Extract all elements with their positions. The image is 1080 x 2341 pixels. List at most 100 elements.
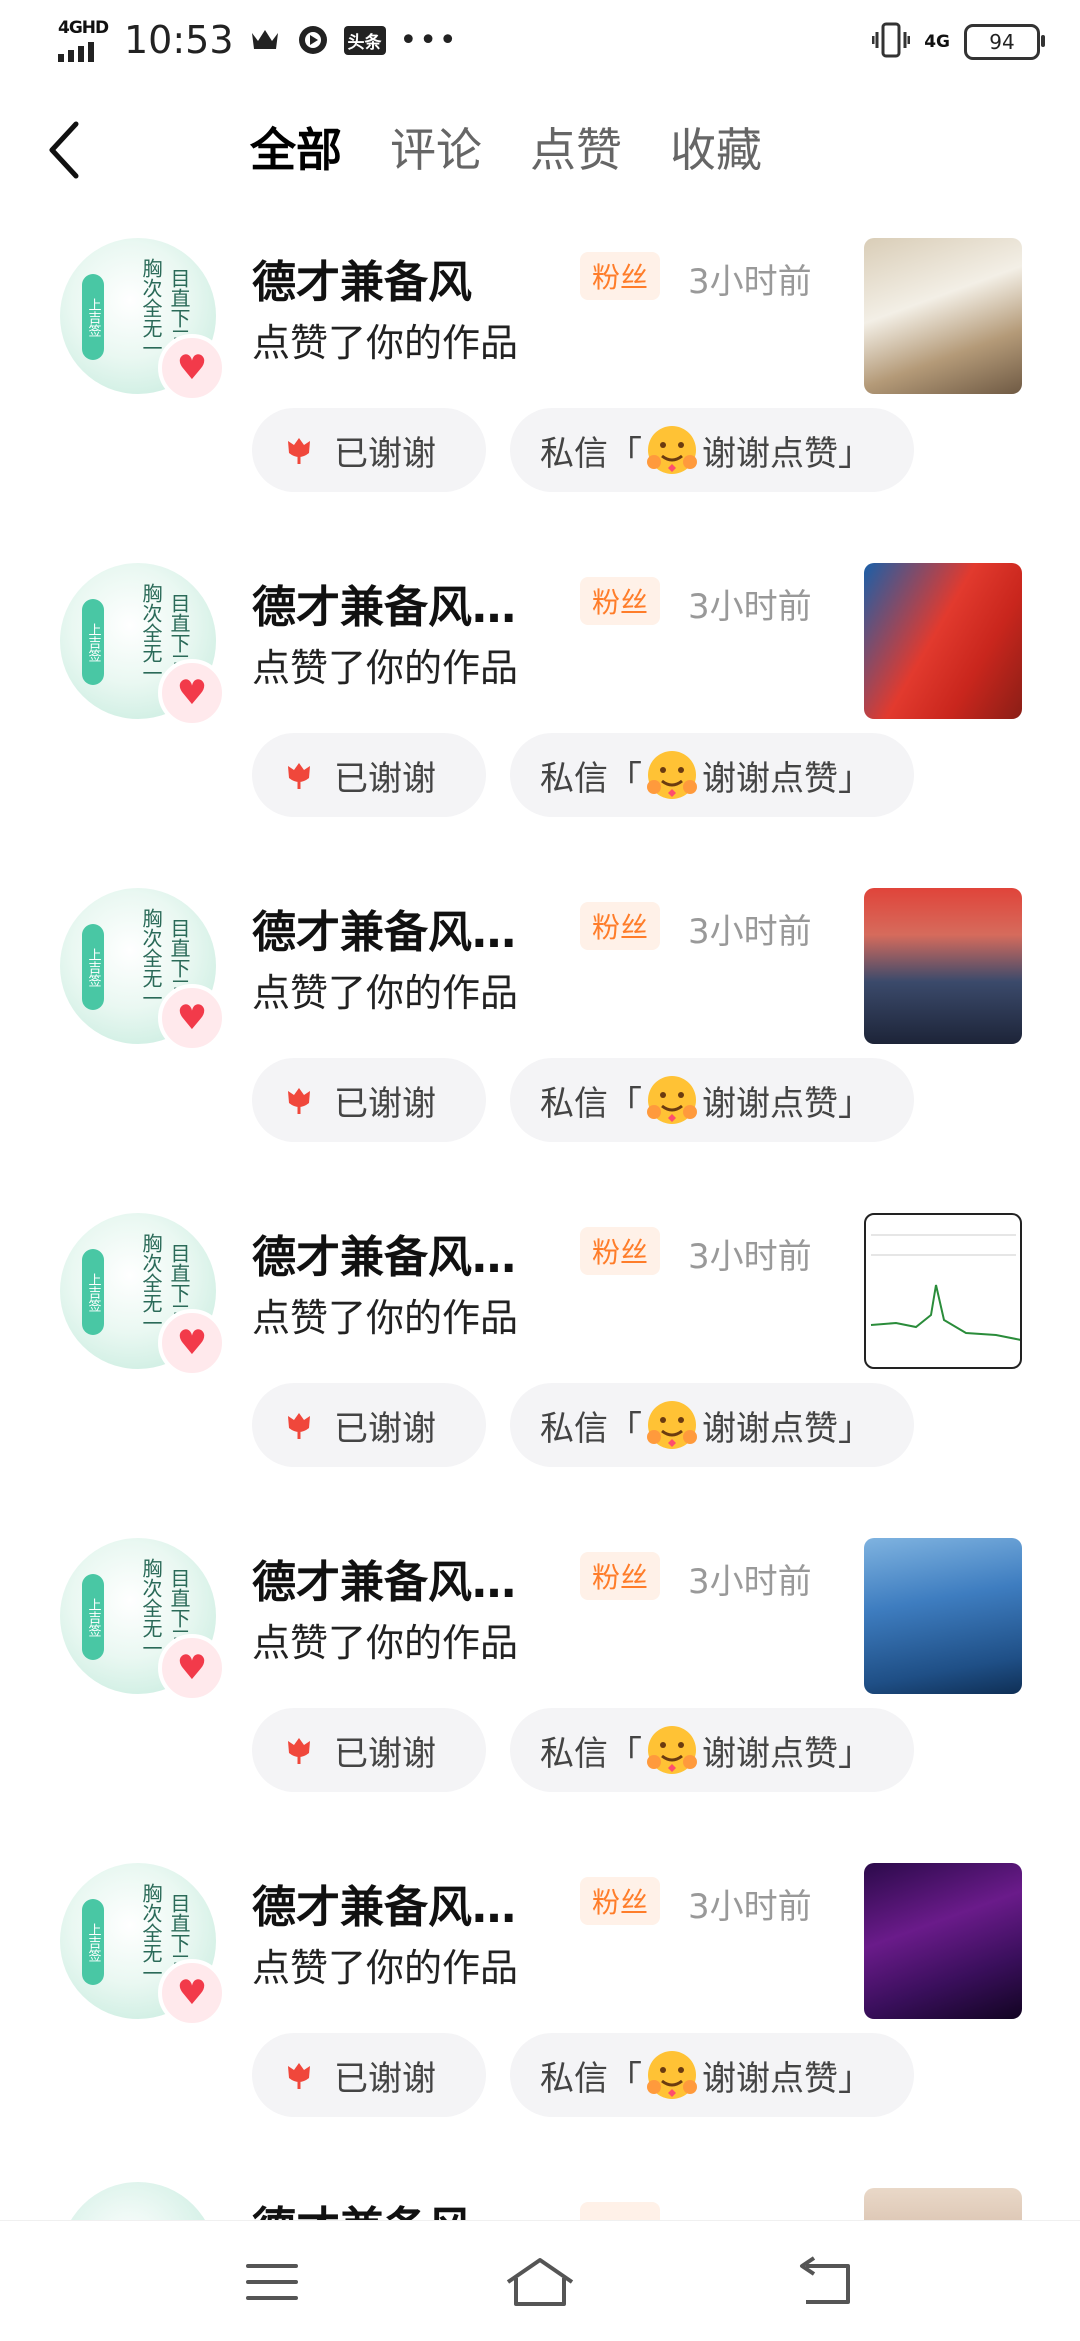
fan-badge: 粉丝 bbox=[580, 1227, 661, 1275]
tab-favorites[interactable]: 收藏 bbox=[670, 118, 762, 182]
message-prefix: 私信「 bbox=[540, 433, 642, 474]
back-button[interactable] bbox=[40, 118, 100, 182]
list-item[interactable]: 上吉签 胸次全无一 目直下三 ♥ 德才兼备风… 粉丝 3小时前 点赞了你的作品 已谢… bbox=[0, 1845, 1080, 2170]
message-suffix: 谢谢点赞」 bbox=[702, 758, 872, 799]
fan-badge: 粉丝 bbox=[580, 902, 661, 950]
post-thumbnail[interactable] bbox=[864, 238, 1022, 394]
thanked-label: 已谢谢 bbox=[334, 2058, 436, 2099]
timestamp: 3小时前 bbox=[688, 1237, 812, 1277]
fan-badge bbox=[580, 2202, 660, 2220]
thanked-button[interactable]: 已谢谢 bbox=[252, 733, 486, 817]
message-thanks-button[interactable]: 私信「 谢谢点赞」 bbox=[510, 1383, 914, 1467]
flower-icon bbox=[288, 1413, 310, 1439]
tab-comments[interactable]: 评论 bbox=[390, 118, 482, 182]
flower-icon bbox=[288, 1088, 310, 1114]
message-suffix: 谢谢点赞」 bbox=[702, 1083, 872, 1124]
action-text: 点赞了你的作品 bbox=[252, 646, 519, 690]
user-name[interactable]: 德才兼备风 bbox=[252, 2192, 472, 2220]
user-name[interactable]: 德才兼备风… bbox=[252, 896, 516, 960]
thanked-label: 已谢谢 bbox=[334, 1408, 436, 1449]
timestamp: 3小时前 bbox=[688, 587, 812, 627]
list-item[interactable]: 上吉签 胸次全无一 目直下三 ♥ 德才兼备风 粉丝 3小时前 点赞了你的作品 已谢谢… bbox=[0, 220, 1080, 545]
heart-icon: ♥ bbox=[158, 659, 226, 727]
thanked-label: 已谢谢 bbox=[334, 1733, 436, 1774]
avatar[interactable]: 上吉签 胸次全无一 目直下三 ♥ bbox=[60, 1538, 226, 1702]
system-navigation-bar bbox=[0, 2220, 1080, 2341]
avatar[interactable]: 上吉签 胸次全无一 目直下三 ♥ bbox=[60, 1213, 226, 1377]
heart-icon: ♥ bbox=[158, 1634, 226, 1702]
post-thumbnail[interactable] bbox=[864, 888, 1022, 1044]
hug-emoji-icon bbox=[647, 751, 697, 799]
user-name[interactable]: 德才兼备风… bbox=[252, 1221, 516, 1285]
list-item[interactable]: 上吉签 胸次全无一 目直下三 ♥ 德才兼备风… 粉丝 3小时前 点赞了你的作品 已谢… bbox=[0, 1195, 1080, 1520]
message-thanks-button[interactable]: 私信「 谢谢点赞」 bbox=[510, 1058, 914, 1142]
message-suffix: 谢谢点赞」 bbox=[702, 1733, 872, 1774]
message-suffix: 谢谢点赞」 bbox=[702, 1408, 872, 1449]
battery-level: 94 bbox=[989, 30, 1015, 54]
thanked-label: 已谢谢 bbox=[334, 758, 436, 799]
thanked-label: 已谢谢 bbox=[334, 433, 436, 474]
message-thanks-button[interactable]: 私信「 谢谢点赞」 bbox=[510, 2033, 914, 2117]
play-app-icon bbox=[296, 23, 330, 57]
menu-button[interactable] bbox=[232, 2247, 312, 2317]
thanked-button[interactable]: 已谢谢 bbox=[252, 408, 486, 492]
message-thanks-button[interactable]: 私信「 谢谢点赞」 bbox=[510, 1708, 914, 1792]
list-item[interactable]: 上吉签 胸次全无一 目直下三 ♥ 德才兼备风… 粉丝 3小时前 点赞了你的作品 已谢… bbox=[0, 545, 1080, 870]
message-thanks-button[interactable]: 私信「 谢谢点赞」 bbox=[510, 733, 914, 817]
message-prefix: 私信「 bbox=[540, 2058, 642, 2099]
timestamp: 3小时前 bbox=[688, 1887, 812, 1927]
notification-list: 上吉签 胸次全无一 目直下三 ♥ 德才兼备风 粉丝 3小时前 点赞了你的作品 已谢谢… bbox=[0, 220, 1080, 2170]
avatar[interactable]: 上吉签 胸次全无一 目直下三 ♥ bbox=[60, 1863, 226, 2027]
avatar[interactable]: 上吉签 胸次全无一 目直下三 ♥ bbox=[60, 888, 226, 1052]
message-prefix: 私信「 bbox=[540, 1733, 642, 1774]
back-nav-button[interactable] bbox=[784, 2247, 864, 2317]
thanked-button[interactable]: 已谢谢 bbox=[252, 1708, 486, 1792]
action-text: 点赞了你的作品 bbox=[252, 1621, 519, 1665]
return-icon bbox=[800, 2256, 850, 2304]
flower-icon bbox=[288, 2063, 310, 2089]
status-time: 10:53 bbox=[124, 18, 234, 62]
list-item-partial[interactable]: 德才兼备风 bbox=[0, 2170, 1080, 2220]
fan-badge: 粉丝 bbox=[580, 252, 661, 300]
hug-emoji-icon bbox=[647, 1401, 697, 1449]
message-prefix: 私信「 bbox=[540, 1408, 642, 1449]
chevron-left-icon bbox=[49, 121, 79, 179]
thanked-label: 已谢谢 bbox=[334, 1083, 436, 1124]
battery-icon: 94 bbox=[964, 24, 1045, 60]
user-name[interactable]: 德才兼备风 bbox=[252, 246, 472, 310]
heart-icon: ♥ bbox=[158, 1309, 226, 1377]
post-thumbnail[interactable] bbox=[864, 1213, 1022, 1369]
thanked-button[interactable]: 已谢谢 bbox=[252, 1383, 486, 1467]
home-button[interactable] bbox=[500, 2247, 580, 2317]
post-thumbnail[interactable] bbox=[864, 1538, 1022, 1694]
hug-emoji-icon bbox=[647, 1726, 697, 1774]
hug-emoji-icon bbox=[647, 1076, 697, 1124]
avatar[interactable]: 上吉签 胸次全无一 目直下三 ♥ bbox=[60, 563, 226, 727]
timestamp: 3小时前 bbox=[688, 262, 812, 302]
heart-icon: ♥ bbox=[158, 1959, 226, 2027]
user-name[interactable]: 德才兼备风… bbox=[252, 1871, 516, 1935]
tab-likes[interactable]: 点赞 bbox=[530, 118, 622, 182]
message-suffix: 谢谢点赞」 bbox=[702, 2058, 872, 2099]
tab-all[interactable]: 全部 bbox=[250, 118, 342, 182]
avatar[interactable]: 上吉签 胸次全无一 目直下三 ♥ bbox=[60, 238, 226, 402]
vibrate-icon bbox=[871, 20, 911, 64]
thanked-button[interactable]: 已谢谢 bbox=[252, 2033, 486, 2117]
toutiao-app-icon: 头条 bbox=[343, 25, 386, 55]
avatar[interactable] bbox=[60, 2182, 216, 2220]
thanked-button[interactable]: 已谢谢 bbox=[252, 1058, 486, 1142]
network-type-label: 4GHD bbox=[58, 18, 109, 38]
action-text: 点赞了你的作品 bbox=[252, 321, 519, 365]
user-name[interactable]: 德才兼备风… bbox=[252, 571, 516, 635]
fan-badge: 粉丝 bbox=[580, 1552, 661, 1600]
user-name[interactable]: 德才兼备风… bbox=[252, 1546, 516, 1610]
message-thanks-button[interactable]: 私信「 谢谢点赞」 bbox=[510, 408, 914, 492]
post-thumbnail[interactable] bbox=[864, 563, 1022, 719]
list-item[interactable]: 上吉签 胸次全无一 目直下三 ♥ 德才兼备风… 粉丝 3小时前 点赞了你的作品 已谢… bbox=[0, 1520, 1080, 1845]
heart-icon: ♥ bbox=[158, 984, 226, 1052]
post-thumbnail[interactable] bbox=[864, 2188, 1022, 2220]
fan-badge: 粉丝 bbox=[580, 577, 661, 625]
list-item[interactable]: 上吉签 胸次全无一 目直下三 ♥ 德才兼备风… 粉丝 3小时前 点赞了你的作品 已谢… bbox=[0, 870, 1080, 1195]
hug-emoji-icon bbox=[647, 2051, 697, 2099]
post-thumbnail[interactable] bbox=[864, 1863, 1022, 2019]
